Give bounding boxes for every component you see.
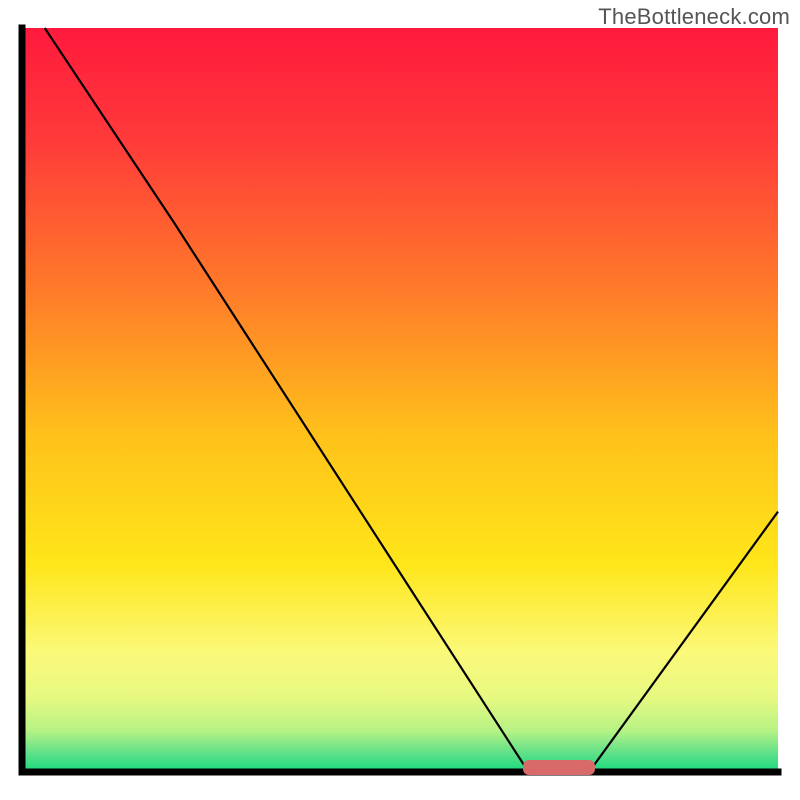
chart-background <box>22 28 778 772</box>
chart-stage: TheBottleneck.com <box>0 0 800 800</box>
watermark-text: TheBottleneck.com <box>598 4 790 30</box>
bottleneck-chart <box>0 0 800 800</box>
optimum-notch-marker <box>523 760 595 775</box>
